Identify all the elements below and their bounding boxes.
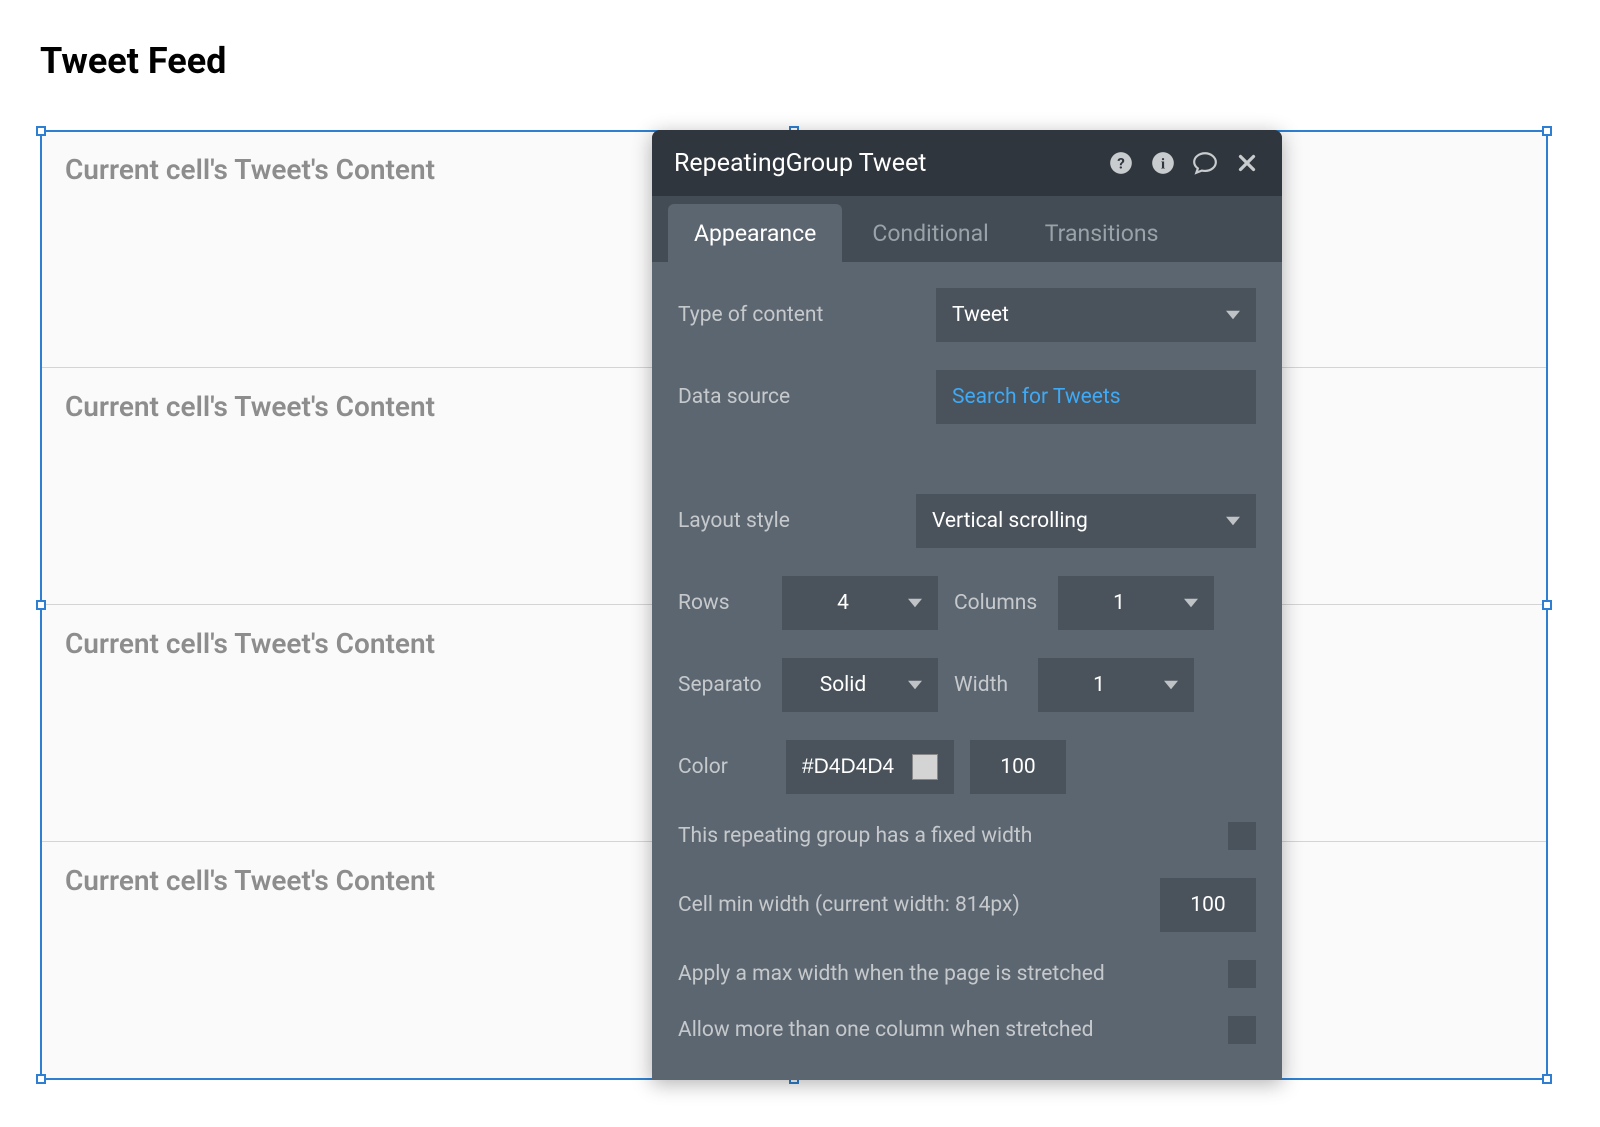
editor-canvas: Current cell's Tweet's Content Current c… — [40, 130, 1548, 1080]
dropdown-value: 4 — [798, 591, 888, 615]
property-panel[interactable]: RepeatingGroup Tweet ? i Appearance Cond… — [652, 130, 1282, 1080]
color-alpha-input[interactable]: 100 — [970, 740, 1066, 794]
label-width: Width — [954, 673, 1026, 697]
tab-conditional[interactable]: Conditional — [846, 204, 1014, 262]
tab-appearance[interactable]: Appearance — [668, 204, 842, 262]
dropdown-value: 1 — [1074, 591, 1164, 615]
chevron-down-icon — [908, 596, 922, 610]
panel-body: Type of content Tweet Data source Search… — [652, 262, 1282, 1070]
dropdown-value: Tweet — [952, 303, 1009, 327]
checkbox-apply-max-width[interactable] — [1228, 960, 1256, 988]
dropdown-separator[interactable]: Solid — [782, 658, 938, 712]
checkbox-fixed-width[interactable] — [1228, 822, 1256, 850]
panel-title: RepeatingGroup Tweet — [674, 149, 926, 178]
input-data-source[interactable]: Search for Tweets — [936, 370, 1256, 424]
label-allow-more-cols: Allow more than one column when stretche… — [678, 1018, 1212, 1042]
chevron-down-icon — [908, 678, 922, 692]
help-icon[interactable]: ? — [1108, 150, 1134, 176]
info-icon[interactable]: i — [1150, 150, 1176, 176]
label-data-source: Data source — [678, 385, 920, 409]
dropdown-columns[interactable]: 1 — [1058, 576, 1214, 630]
label-color: Color — [678, 755, 770, 779]
alpha-value: 100 — [1000, 755, 1035, 779]
dropdown-value: 1 — [1054, 673, 1144, 697]
data-source-value: Search for Tweets — [952, 385, 1121, 409]
label-type-of-content: Type of content — [678, 303, 920, 327]
label-columns: Columns — [954, 591, 1046, 615]
label-separator: Separato — [678, 673, 770, 697]
panel-tabs: Appearance Conditional Transitions — [652, 196, 1282, 262]
chevron-down-icon — [1184, 596, 1198, 610]
chevron-down-icon — [1164, 678, 1178, 692]
color-hex-field[interactable] — [786, 740, 954, 794]
chevron-down-icon — [1226, 308, 1240, 322]
dropdown-width[interactable]: 1 — [1038, 658, 1194, 712]
label-layout-style: Layout style — [678, 509, 900, 533]
svg-text:?: ? — [1117, 154, 1125, 172]
panel-header[interactable]: RepeatingGroup Tweet ? i — [652, 130, 1282, 196]
close-icon[interactable] — [1234, 150, 1260, 176]
dropdown-layout-style[interactable]: Vertical scrolling — [916, 494, 1256, 548]
dropdown-value: Solid — [798, 673, 888, 697]
dropdown-rows[interactable]: 4 — [782, 576, 938, 630]
color-hex-input[interactable] — [802, 755, 902, 779]
page-title: Tweet Feed — [40, 40, 226, 82]
label-apply-max-width: Apply a max width when the page is stret… — [678, 962, 1212, 986]
chevron-down-icon — [1226, 514, 1240, 528]
label-rows: Rows — [678, 591, 770, 615]
dropdown-value: Vertical scrolling — [932, 509, 1088, 533]
cell-min-width-value: 100 — [1190, 893, 1225, 917]
tab-transitions[interactable]: Transitions — [1019, 204, 1185, 262]
comment-icon[interactable] — [1192, 150, 1218, 176]
label-cell-min-width: Cell min width (current width: 814px) — [678, 893, 1144, 917]
label-fixed-width: This repeating group has a fixed width — [678, 824, 1212, 848]
checkbox-allow-more-cols[interactable] — [1228, 1016, 1256, 1044]
svg-text:i: i — [1161, 155, 1165, 172]
color-swatch[interactable] — [912, 754, 938, 780]
dropdown-type-of-content[interactable]: Tweet — [936, 288, 1256, 342]
input-cell-min-width[interactable]: 100 — [1160, 878, 1256, 932]
